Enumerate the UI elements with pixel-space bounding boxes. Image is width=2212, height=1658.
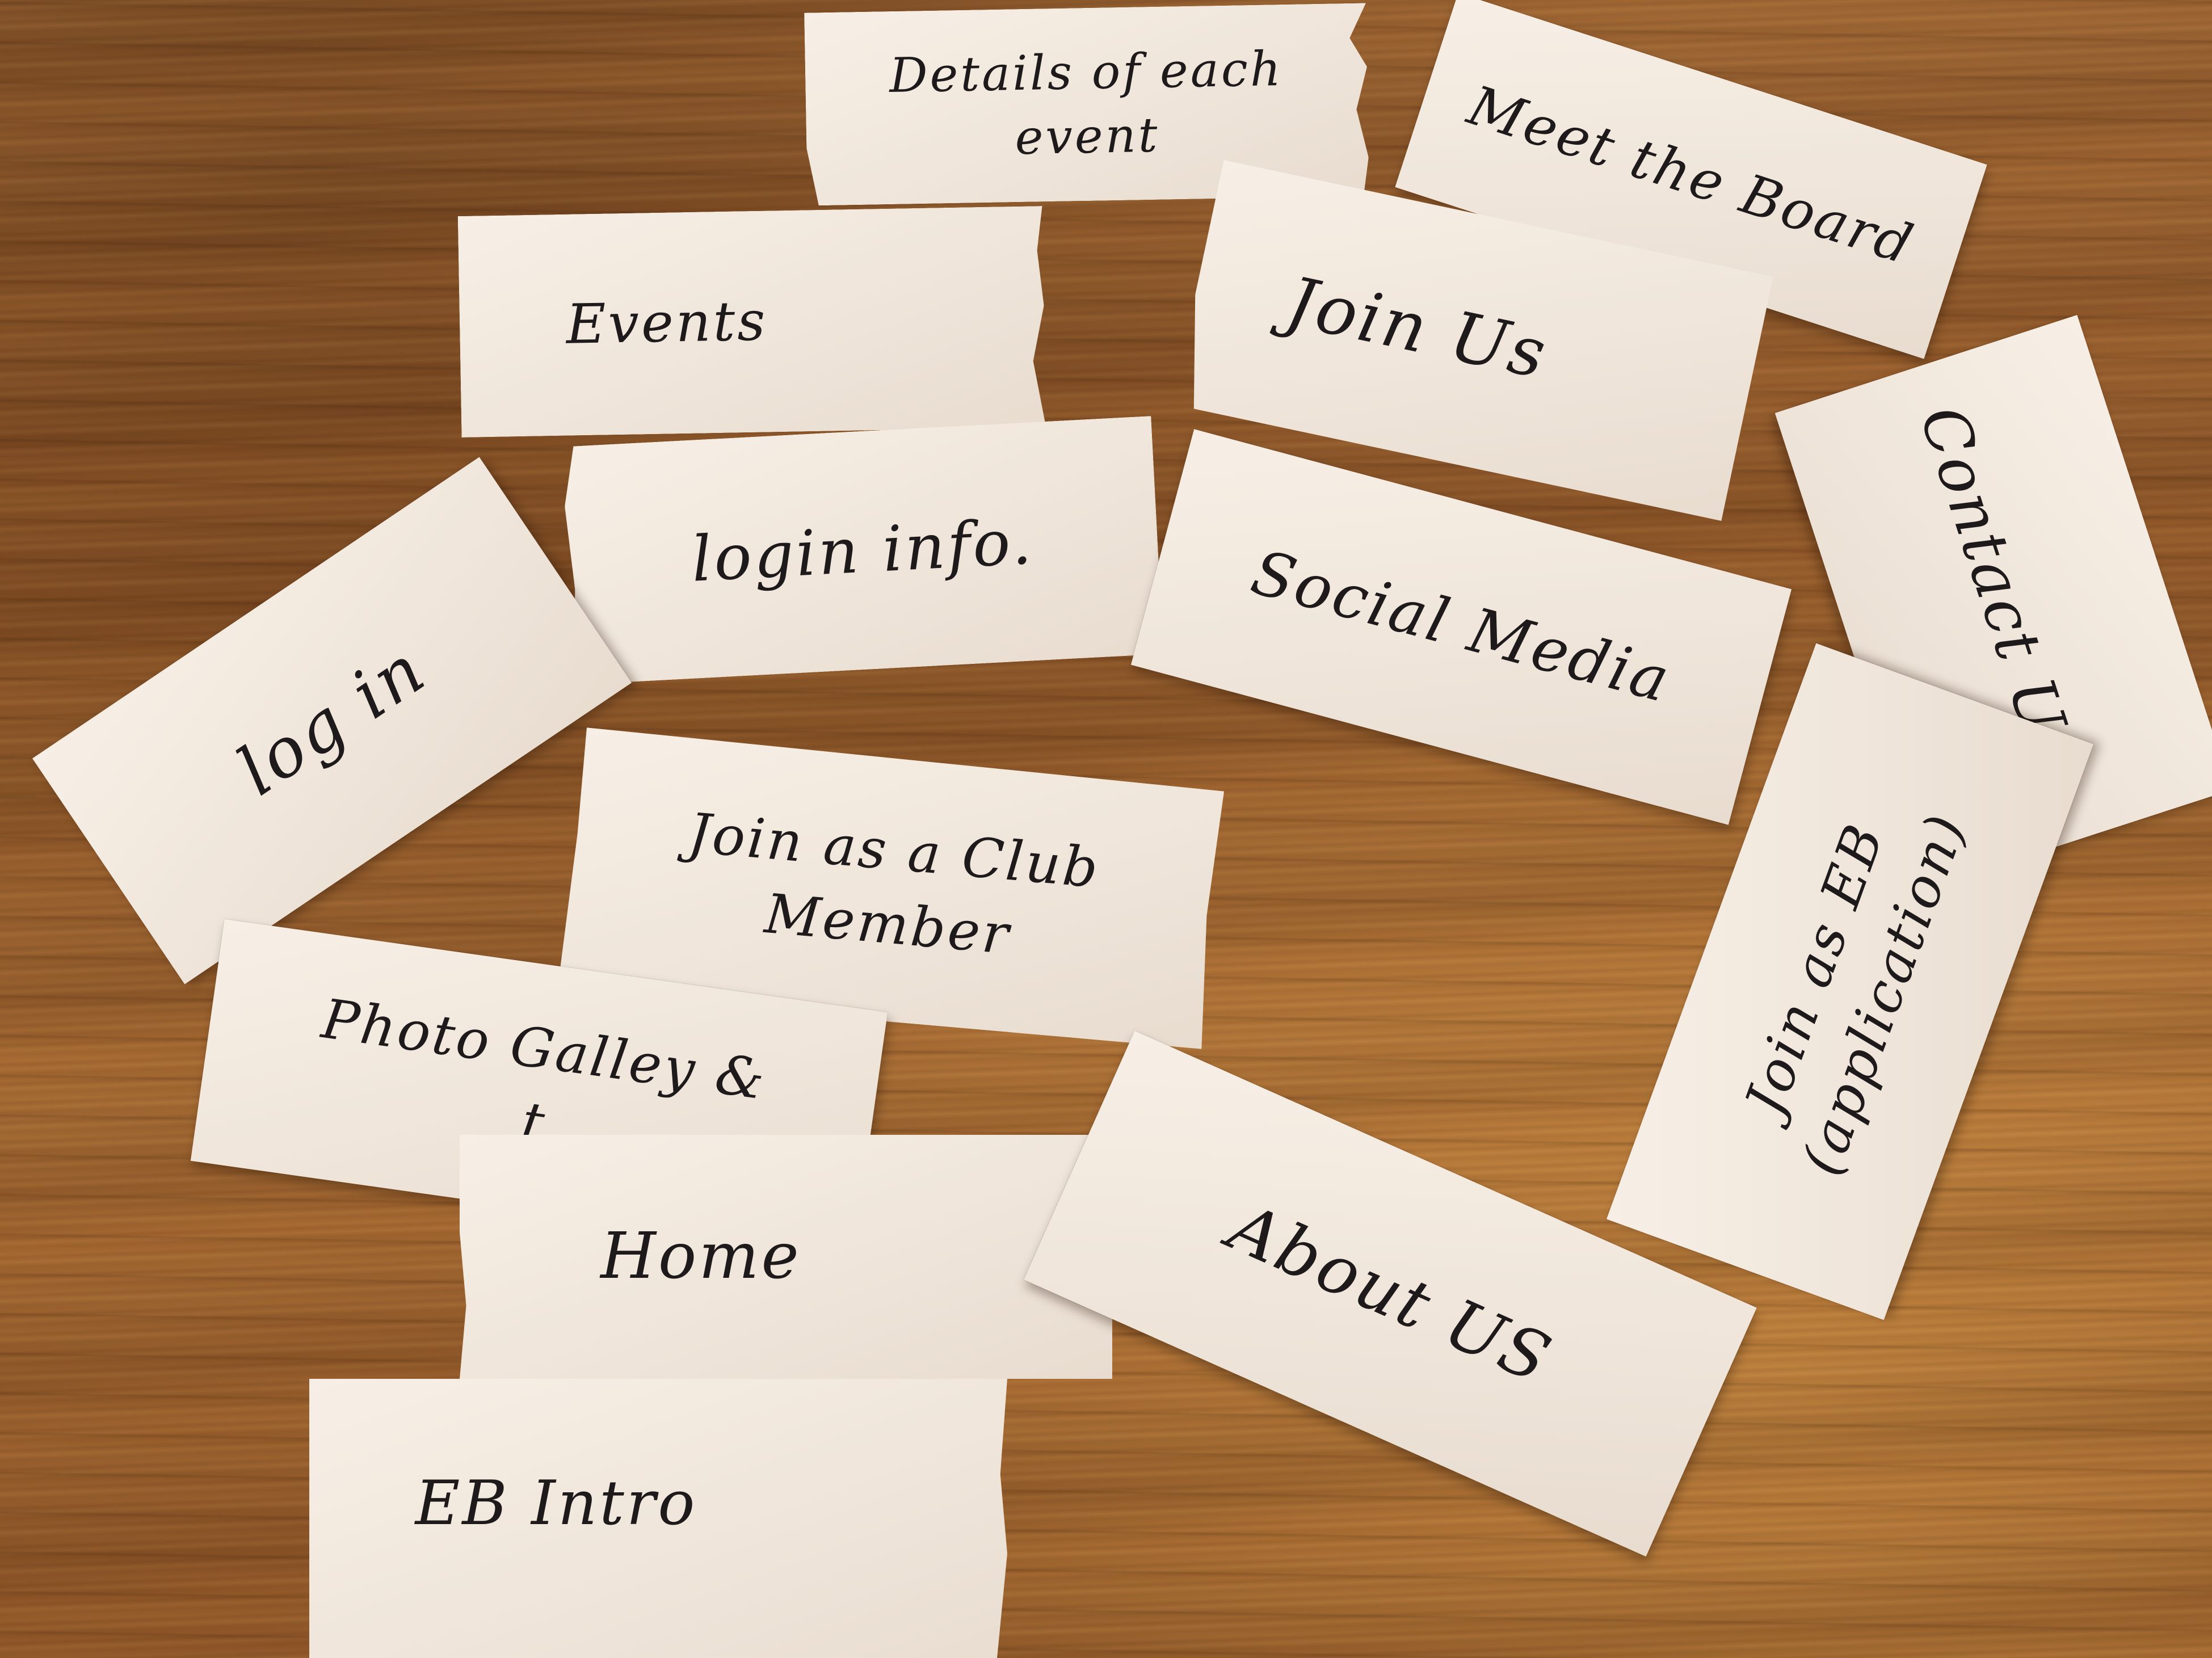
note-events-text: Events [565,289,768,356]
note-home-text: Home [600,1219,801,1294]
note-join-us-text: Join Us [1280,262,1555,395]
note-social-media-text: Social Media [1244,537,1679,717]
note-eb-intro-text: EB Intro [415,1468,697,1539]
note-about-us-text: About US [1217,1188,1563,1399]
note-login-info-text: login info. [689,505,1036,596]
note-details-of-each-event-text: Details of each event [889,40,1284,166]
note-login-info: login info. [562,416,1164,685]
note-join-as-eb-text: Join as EB (application) [1732,805,1979,1184]
note-home: Home [460,1135,1112,1379]
note-eb-intro: EB Intro [309,1379,1007,1658]
note-join-as-club-member-text: Join as a Club Member [686,801,1103,967]
note-events: Events [458,206,1046,437]
wooden-table-background: Details of each event Meet the Board Eve… [0,0,2212,1658]
note-log-in: log in [32,457,632,984]
note-log-in-text: log in [224,629,440,811]
